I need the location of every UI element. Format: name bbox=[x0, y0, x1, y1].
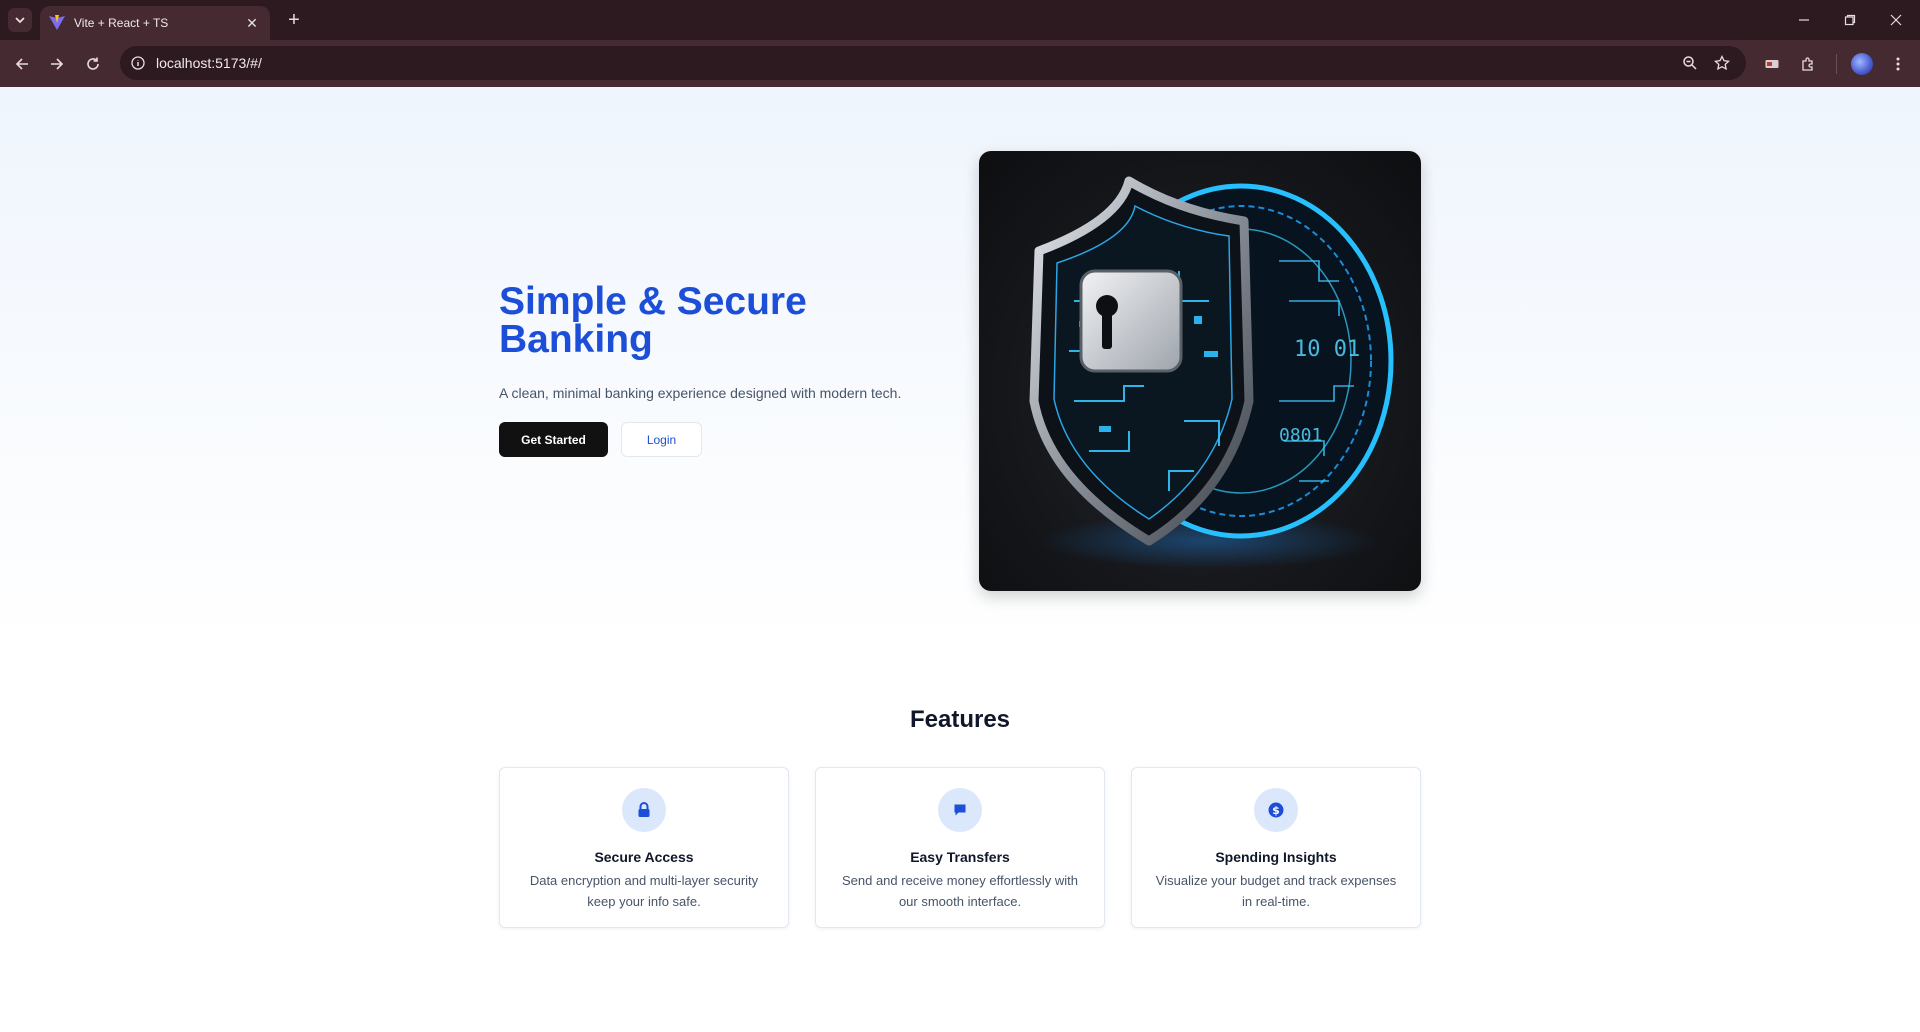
card-description: Send and receive money effortlessly with… bbox=[841, 873, 1079, 909]
feature-card-secure-access: Secure Access Data encryption and multi-… bbox=[499, 767, 789, 928]
new-tab-icon[interactable]: + bbox=[282, 8, 306, 32]
restore-icon[interactable] bbox=[1827, 0, 1873, 40]
toolbar-divider bbox=[1836, 54, 1837, 74]
get-started-button[interactable]: Get Started bbox=[499, 422, 608, 457]
card-title: Easy Transfers bbox=[910, 849, 1010, 865]
reload-icon[interactable] bbox=[81, 52, 105, 76]
zoom-icon[interactable] bbox=[1680, 53, 1700, 73]
forward-arrow-icon[interactable] bbox=[45, 52, 69, 76]
bookmark-star-icon[interactable] bbox=[1712, 53, 1732, 73]
url-text[interactable]: localhost:5173/#/ bbox=[156, 55, 262, 71]
browser-toolbar: localhost:5173/#/ bbox=[0, 40, 1920, 87]
back-arrow-icon[interactable] bbox=[10, 52, 34, 76]
extensions-puzzle-icon[interactable] bbox=[1796, 52, 1820, 76]
address-bar[interactable]: localhost:5173/#/ bbox=[120, 46, 1746, 80]
browser-tab[interactable]: Vite + React + TS ✕ bbox=[40, 6, 270, 40]
vite-logo-icon bbox=[48, 14, 66, 32]
card-description: Visualize your budget and track expenses… bbox=[1155, 873, 1397, 909]
hero-shield-image: 10 01 0801 bbox=[979, 151, 1421, 591]
minimize-icon[interactable] bbox=[1781, 0, 1827, 40]
svg-text:$: $ bbox=[1272, 804, 1280, 817]
profile-avatar[interactable] bbox=[1851, 53, 1873, 75]
hero-title: Simple & Secure Banking bbox=[499, 280, 807, 361]
browser-tabbar: Vite + React + TS ✕ + bbox=[0, 0, 1920, 40]
tab-title: Vite + React + TS bbox=[74, 16, 169, 30]
lock-icon bbox=[622, 788, 666, 832]
features-heading: Features bbox=[909, 706, 1011, 733]
card-title: Secure Access bbox=[594, 849, 694, 865]
page-viewport: Simple & Secure Banking A clean, minimal… bbox=[0, 87, 1920, 1032]
extension-card-icon[interactable] bbox=[1760, 52, 1784, 76]
svg-text:0801: 0801 bbox=[1279, 425, 1322, 446]
hero-subtitle: A clean, minimal banking experience desi… bbox=[499, 385, 902, 401]
tab-search-chevron-icon[interactable] bbox=[8, 8, 32, 32]
card-title: Spending Insights bbox=[1215, 849, 1337, 865]
feature-card-spending-insights: $ Spending Insights Visualize your budge… bbox=[1131, 767, 1421, 928]
binary-digits-decoration: 10 01 bbox=[1294, 337, 1360, 362]
card-description: Data encryption and multi-layer security… bbox=[529, 873, 759, 909]
site-info-icon[interactable] bbox=[128, 53, 148, 73]
shield-padlock-illustration: 10 01 0801 bbox=[1029, 176, 1394, 569]
login-button[interactable]: Login bbox=[621, 422, 702, 457]
tab-close-icon[interactable]: ✕ bbox=[242, 13, 262, 33]
hero-section: Simple & Secure Banking A clean, minimal… bbox=[0, 87, 1920, 647]
dollar-icon: $ bbox=[1254, 788, 1298, 832]
close-window-icon[interactable] bbox=[1873, 0, 1919, 40]
kebab-menu-icon[interactable] bbox=[1886, 52, 1910, 76]
feature-card-easy-transfers: Easy Transfers Send and receive money ef… bbox=[815, 767, 1105, 928]
chat-icon bbox=[938, 788, 982, 832]
